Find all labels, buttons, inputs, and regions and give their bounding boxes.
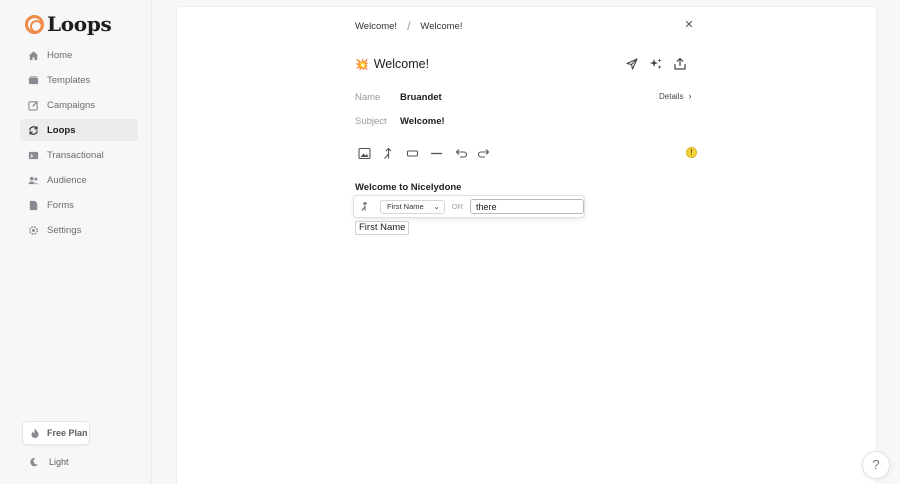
breadcrumb-parent[interactable]: Welcome!: [355, 21, 397, 32]
moon-icon: [30, 457, 38, 467]
subject-field-row: Subject Welcome!: [355, 116, 445, 127]
subject-value[interactable]: Welcome!: [400, 116, 445, 127]
publish-button[interactable]: [673, 57, 687, 71]
free-plan-button[interactable]: Free Plan: [22, 421, 90, 445]
plan-label: Free Plan: [47, 428, 88, 438]
header-actions: [625, 57, 687, 71]
page-title: 💥 Welcome!: [355, 57, 429, 71]
merge-tag-popover: First Name ⌄ OR: [353, 195, 585, 218]
merge-tag-icon: [384, 147, 392, 159]
home-icon: [28, 50, 39, 61]
templates-icon: [28, 75, 39, 86]
merge-tag-select[interactable]: First Name ⌄: [380, 199, 445, 214]
logo-text: Loops: [47, 12, 112, 36]
sidebar-item-loops[interactable]: Loops: [20, 119, 138, 141]
sidebar-item-forms[interactable]: Forms: [20, 194, 138, 216]
merge-tag-select-value: First Name: [387, 202, 424, 211]
chevron-down-icon: ⌄: [433, 202, 440, 211]
close-icon: ✕: [684, 19, 694, 31]
or-label: OR: [451, 202, 463, 211]
name-value[interactable]: Bruandet: [400, 92, 442, 103]
sidebar-item-label: Forms: [47, 199, 74, 211]
settings-icon: [28, 225, 39, 236]
sidebar-nav: Home Templates Campaigns Loops Transacti…: [20, 44, 138, 244]
campaigns-icon: [28, 100, 39, 111]
sidebar-item-label: Loops: [47, 124, 76, 136]
details-button[interactable]: Details ›: [659, 91, 691, 101]
insert-divider-button[interactable]: [429, 147, 444, 160]
divider-icon: [431, 152, 442, 155]
question-mark-icon: ?: [872, 457, 880, 472]
transactional-icon: [28, 150, 39, 161]
theme-label: Light: [49, 457, 69, 467]
editor-panel: Welcome! / Welcome! ✕ 💥 Welcome! Name Br…: [176, 6, 877, 484]
redo-button[interactable]: [477, 147, 492, 160]
loops-icon: [28, 125, 39, 136]
insert-button-button[interactable]: [405, 147, 420, 160]
sidebar-item-label: Settings: [47, 224, 82, 236]
close-button[interactable]: ✕: [683, 19, 695, 31]
details-label: Details: [659, 91, 684, 101]
collision-emoji-icon: 💥: [355, 58, 369, 71]
theme-toggle[interactable]: Light: [29, 457, 69, 467]
undo-button[interactable]: [453, 147, 468, 160]
logo[interactable]: Loops: [25, 12, 112, 36]
upload-icon: [674, 57, 686, 70]
button-shape-icon: [406, 150, 419, 157]
name-label: Name: [355, 92, 381, 103]
audience-icon: [28, 175, 39, 186]
redo-icon: [478, 149, 490, 158]
ai-assist-button[interactable]: [649, 57, 663, 71]
flame-icon: [31, 428, 39, 438]
fallback-input[interactable]: [470, 199, 584, 214]
send-icon: [626, 58, 638, 70]
sparkles-icon: [650, 58, 662, 69]
sidebar-item-transactional[interactable]: Transactional: [20, 144, 138, 166]
loops-logo-icon: [25, 14, 44, 34]
sidebar-item-campaigns[interactable]: Campaigns: [20, 94, 138, 116]
sidebar-item-templates[interactable]: Templates: [20, 69, 138, 91]
sidebar-item-label: Audience: [47, 174, 87, 186]
warning-icon[interactable]: !: [686, 147, 697, 158]
breadcrumb-separator: /: [407, 19, 411, 33]
sidebar-item-label: Campaigns: [47, 99, 96, 111]
editor-toolbar: [357, 147, 492, 160]
sidebar-item-label: Transactional: [47, 149, 104, 161]
breadcrumb: Welcome! / Welcome!: [355, 19, 462, 33]
chevron-right-icon: ›: [688, 91, 692, 101]
sidebar-item-label: Home: [47, 49, 73, 61]
merge-tag-chip[interactable]: First Name: [355, 221, 410, 235]
image-icon: [358, 147, 371, 160]
send-test-button[interactable]: [625, 57, 639, 71]
forms-icon: [28, 200, 39, 211]
email-title[interactable]: Welcome!: [374, 57, 429, 71]
merge-tag-icon: [361, 201, 368, 211]
name-field-row: Name Bruandet: [355, 92, 442, 103]
sidebar: Loops Home Templates Campaigns Loops Tra…: [0, 0, 152, 484]
sidebar-item-settings[interactable]: Settings: [20, 219, 138, 241]
sidebar-item-label: Templates: [47, 74, 91, 86]
email-body-heading[interactable]: Welcome to Nicelydone: [355, 182, 461, 193]
breadcrumb-current[interactable]: Welcome!: [420, 21, 462, 32]
subject-label: Subject: [355, 116, 387, 127]
undo-icon: [455, 149, 467, 158]
insert-merge-tag-button[interactable]: [381, 147, 396, 160]
sidebar-item-home[interactable]: Home: [20, 44, 138, 66]
insert-image-button[interactable]: [357, 147, 372, 160]
help-button[interactable]: ?: [862, 451, 890, 479]
sidebar-item-audience[interactable]: Audience: [20, 169, 138, 191]
